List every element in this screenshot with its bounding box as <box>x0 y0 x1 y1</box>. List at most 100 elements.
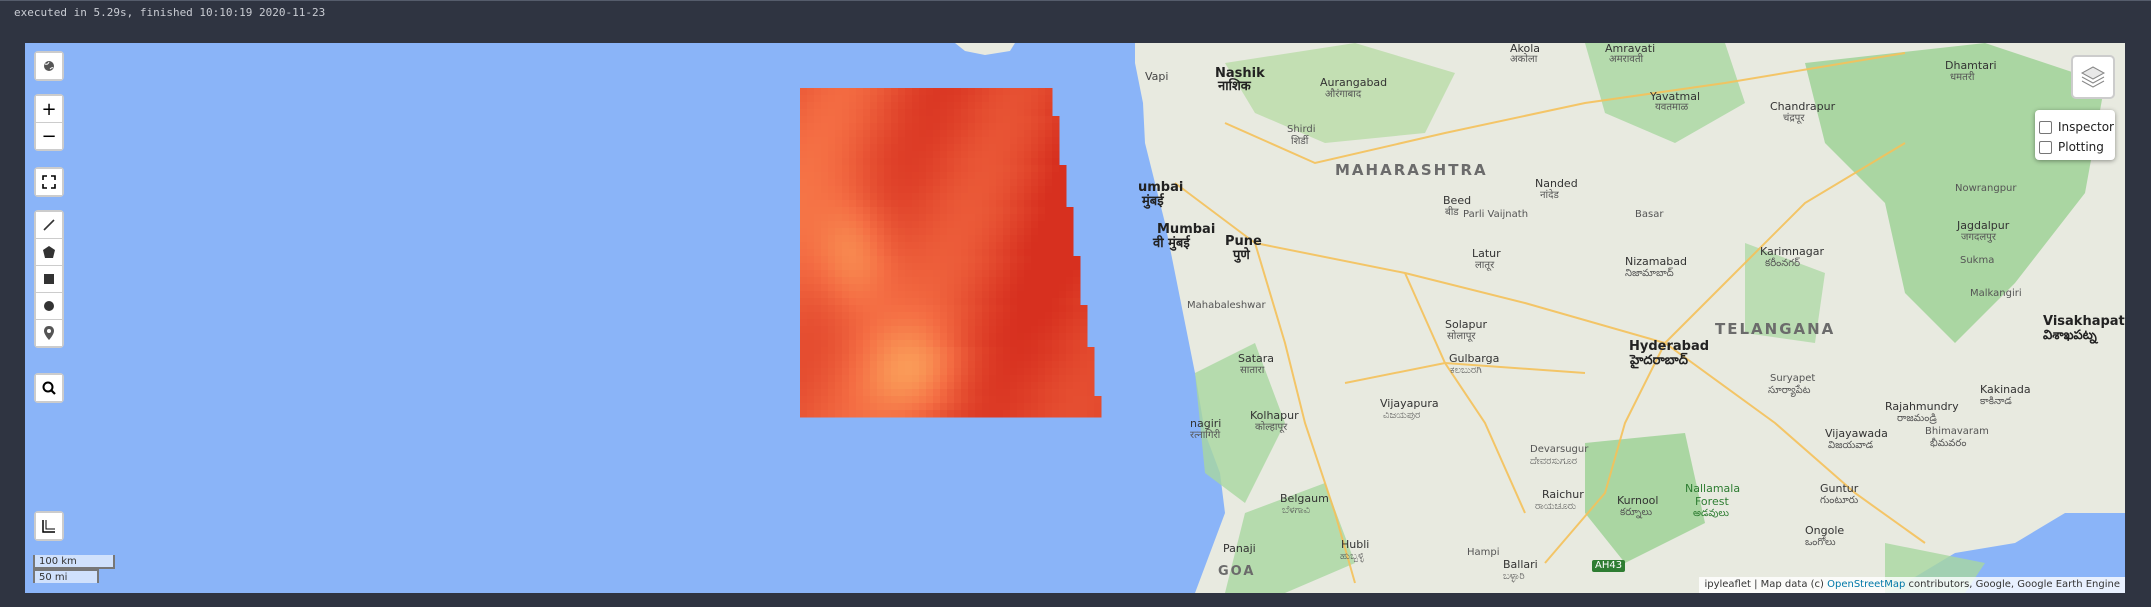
heatmap-cell <box>912 109 920 117</box>
heatmap-cell <box>933 410 941 418</box>
heatmap-cell <box>982 298 990 306</box>
heatmap-cell <box>982 249 990 257</box>
heatmap-cell <box>1087 354 1095 362</box>
heatmap-cell <box>1024 193 1032 201</box>
heatmap-cell <box>989 165 997 173</box>
heatmap-cell <box>968 284 976 292</box>
heatmap-cell <box>863 109 871 117</box>
heatmap-cell <box>863 102 871 110</box>
layers-button[interactable] <box>2071 55 2115 99</box>
heatmap-cell <box>912 200 920 208</box>
heatmap-cell <box>821 200 829 208</box>
heatmap-cell <box>1017 207 1025 215</box>
heatmap-cell <box>982 263 990 271</box>
heatmap-cell <box>933 403 941 411</box>
heatmap-cell <box>898 102 906 110</box>
heatmap-cell <box>933 256 941 264</box>
measure-icon[interactable] <box>36 513 62 539</box>
heatmap-cell <box>1038 389 1046 397</box>
heatmap-cell <box>835 88 843 96</box>
draw-marker-icon[interactable] <box>36 320 62 346</box>
heatmap-cell <box>933 186 941 194</box>
heatmap-cell <box>877 403 885 411</box>
heatmap-cell <box>912 95 920 103</box>
fullscreen-icon[interactable] <box>36 169 62 195</box>
draw-polygon-icon[interactable] <box>36 239 62 266</box>
heatmap-cell <box>828 382 836 390</box>
globe-control[interactable] <box>34 51 64 81</box>
heatmap-cell <box>898 130 906 138</box>
plotting-checkbox[interactable] <box>2039 140 2052 154</box>
heatmap-cell <box>856 228 864 236</box>
heatmap-cell <box>968 151 976 159</box>
heatmap-cell <box>870 389 878 397</box>
heatmap-cell <box>835 102 843 110</box>
heatmap-cell <box>1045 347 1053 355</box>
heatmap-cell <box>1024 95 1032 103</box>
heatmap-cell <box>877 263 885 271</box>
openstreetmap-link[interactable]: OpenStreetMap <box>1827 579 1905 590</box>
heatmap-cell <box>1024 165 1032 173</box>
map-container[interactable]: Nashik नाशिक Aurangabad औरंगाबाद Amravat… <box>25 43 2125 593</box>
measure-control <box>34 511 64 541</box>
heatmap-cell <box>814 291 822 299</box>
heatmap-cell <box>947 137 955 145</box>
heatmap-cell <box>828 368 836 376</box>
heatmap-cell <box>877 109 885 117</box>
heatmap-cell <box>926 109 934 117</box>
zoom-in-button[interactable]: + <box>36 96 62 123</box>
heatmap-cell <box>1024 228 1032 236</box>
globe-icon[interactable] <box>36 53 62 79</box>
heatmap-cell <box>849 116 857 124</box>
heatmap-cell <box>1017 228 1025 236</box>
plotting-toggle[interactable]: Plotting <box>2039 140 2104 154</box>
heatmap-cell <box>1052 291 1060 299</box>
heatmap-cell <box>870 270 878 278</box>
heatmap-cell <box>975 340 983 348</box>
heatmap-cell <box>814 277 822 285</box>
heatmap-cell <box>954 354 962 362</box>
heatmap-cell <box>856 102 864 110</box>
draw-circle-icon[interactable] <box>36 293 62 320</box>
heatmap-cell <box>1003 298 1011 306</box>
heatmap-cell <box>835 95 843 103</box>
heatmap-cell <box>940 214 948 222</box>
heatmap-cell <box>989 312 997 320</box>
heatmap-cell <box>954 200 962 208</box>
heatmap-cell <box>1052 130 1060 138</box>
zoom-out-button[interactable]: − <box>36 123 62 149</box>
heatmap-cell <box>1059 291 1067 299</box>
heatmap-cell <box>821 389 829 397</box>
heatmap-cell <box>842 389 850 397</box>
draw-rectangle-icon[interactable] <box>36 266 62 293</box>
heatmap-cell <box>1003 249 1011 257</box>
heatmap-cell <box>954 214 962 222</box>
heatmap-cell <box>898 375 906 383</box>
heatmap-cell <box>856 116 864 124</box>
heatmap-cell <box>947 242 955 250</box>
heatmap-cell <box>863 347 871 355</box>
inspector-toggle[interactable]: Inspector <box>2039 120 2114 134</box>
heatmap-cell <box>933 214 941 222</box>
heatmap-cell <box>884 172 892 180</box>
heatmap-cell <box>961 298 969 306</box>
heatmap-cell <box>1052 193 1060 201</box>
heatmap-cell <box>884 291 892 299</box>
label-visakhapatnam: Visakhapatnam <box>2043 314 2125 329</box>
heatmap-cell <box>1045 298 1053 306</box>
search-icon[interactable] <box>36 375 62 401</box>
heatmap-cell <box>1003 291 1011 299</box>
heatmap-cell <box>933 340 941 348</box>
heatmap-cell <box>912 270 920 278</box>
inspector-checkbox[interactable] <box>2039 120 2052 134</box>
heatmap-cell <box>961 235 969 243</box>
draw-polyline-icon[interactable] <box>36 212 62 239</box>
scale-km: 100 km <box>33 555 115 569</box>
heatmap-cell <box>1059 340 1067 348</box>
heatmap-cell <box>800 298 808 306</box>
heatmap-cell <box>954 144 962 152</box>
heatmap-cell <box>1003 186 1011 194</box>
heatmap-cell <box>989 263 997 271</box>
heatmap-cell <box>1045 207 1053 215</box>
heatmap-cell <box>821 354 829 362</box>
